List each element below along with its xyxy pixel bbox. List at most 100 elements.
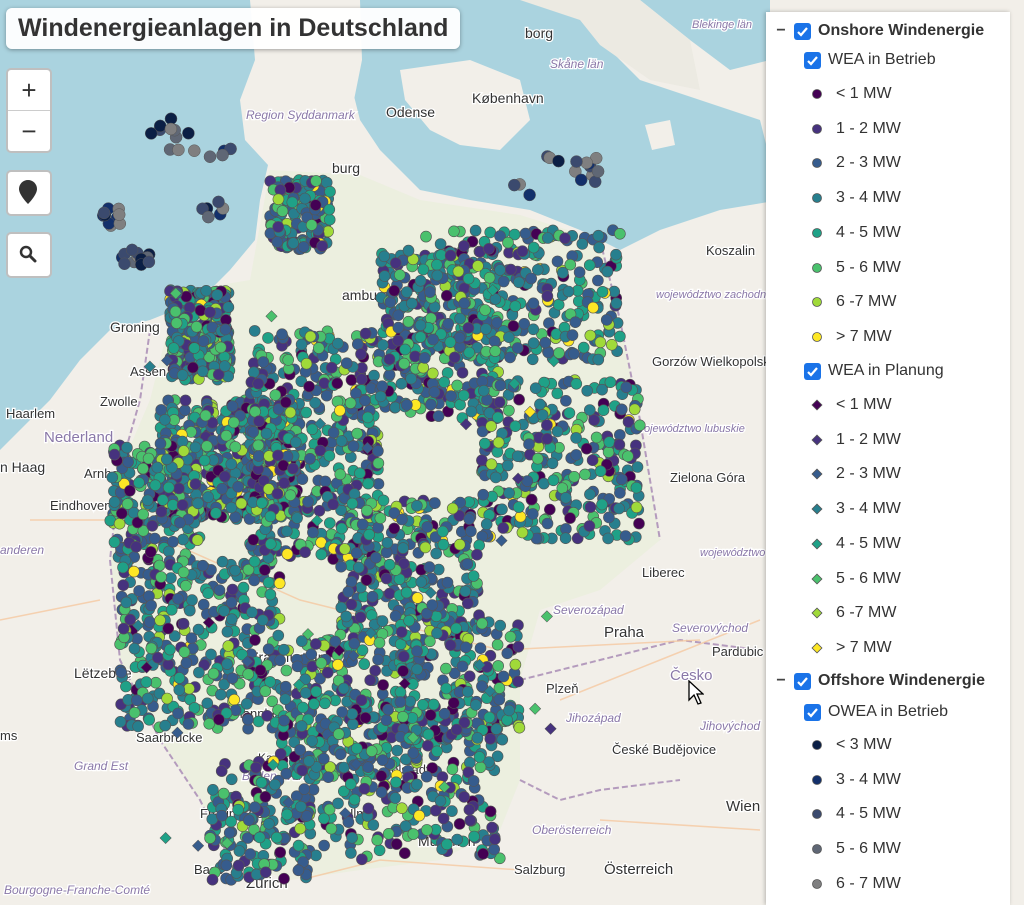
turbine-marker[interactable] (221, 658, 233, 670)
turbine-marker[interactable] (469, 224, 482, 237)
turbine-marker[interactable] (436, 525, 449, 538)
turbine-marker[interactable] (177, 533, 189, 546)
turbine-marker[interactable] (388, 284, 401, 297)
turbine-marker[interactable] (247, 533, 260, 546)
offshore-turbine-marker[interactable] (112, 208, 126, 221)
turbine-marker[interactable] (161, 453, 173, 466)
turbine-marker[interactable] (202, 491, 214, 503)
turbine-marker[interactable] (381, 536, 394, 549)
turbine-marker[interactable] (472, 260, 484, 272)
turbine-marker[interactable] (527, 297, 540, 310)
turbine-marker[interactable] (493, 693, 506, 706)
turbine-marker[interactable] (258, 564, 271, 576)
turbine-marker[interactable] (489, 833, 501, 846)
turbine-marker[interactable] (315, 548, 328, 561)
turbine-marker[interactable] (584, 329, 597, 342)
collapse-toggle-icon[interactable]: − (774, 672, 788, 690)
turbine-marker[interactable] (225, 501, 238, 514)
turbine-marker[interactable] (229, 564, 241, 577)
turbine-marker[interactable] (413, 809, 426, 822)
turbine-marker[interactable] (480, 518, 493, 531)
turbine-marker[interactable] (543, 503, 556, 516)
turbine-marker[interactable] (377, 494, 390, 507)
turbine-marker[interactable] (284, 406, 297, 419)
turbine-marker[interactable] (278, 872, 290, 885)
turbine-marker[interactable] (173, 482, 185, 495)
turbine-marker[interactable] (299, 192, 311, 205)
turbine-marker[interactable] (425, 398, 437, 411)
turbine-marker[interactable] (511, 342, 524, 354)
turbine-marker[interactable] (450, 723, 463, 736)
turbine-marker[interactable] (137, 508, 149, 521)
turbine-marker[interactable] (570, 432, 582, 444)
turbine-marker[interactable] (622, 450, 634, 463)
turbine-marker[interactable] (592, 274, 604, 287)
turbine-marker[interactable] (252, 377, 265, 390)
turbine-marker[interactable] (296, 764, 309, 777)
offshore-turbine-marker[interactable] (574, 173, 588, 187)
turbine-marker[interactable] (603, 436, 616, 448)
turbine-marker[interactable] (319, 475, 332, 488)
turbine-marker[interactable] (222, 640, 235, 652)
turbine-marker[interactable] (269, 389, 282, 401)
turbine-marker[interactable] (541, 232, 554, 244)
turbine-marker[interactable] (359, 327, 372, 340)
turbine-marker[interactable] (541, 517, 554, 530)
turbine-marker[interactable] (365, 745, 378, 757)
turbine-marker[interactable] (569, 316, 582, 329)
turbine-marker[interactable] (603, 511, 615, 524)
turbine-marker[interactable] (248, 555, 261, 568)
turbine-marker[interactable] (453, 538, 466, 551)
turbine-marker[interactable] (159, 719, 171, 732)
turbine-marker[interactable] (446, 502, 459, 515)
turbine-marker[interactable] (390, 838, 403, 850)
turbine-marker[interactable] (284, 489, 297, 502)
turbine-marker[interactable] (320, 389, 333, 402)
turbine-marker[interactable] (247, 426, 259, 438)
turbine-marker[interactable] (450, 622, 463, 635)
turbine-marker[interactable] (516, 526, 529, 539)
turbine-marker[interactable] (398, 357, 410, 370)
turbine-marker[interactable] (586, 454, 599, 467)
turbine-marker[interactable] (434, 238, 447, 250)
turbine-marker[interactable] (414, 331, 427, 343)
turbine-marker[interactable] (310, 685, 323, 698)
turbine-marker[interactable] (249, 634, 261, 646)
turbine-marker[interactable] (257, 356, 270, 368)
turbine-marker[interactable] (556, 266, 569, 279)
turbine-marker[interactable] (213, 584, 226, 597)
turbine-marker[interactable] (295, 338, 308, 351)
turbine-marker[interactable] (324, 185, 336, 198)
turbine-marker[interactable] (375, 770, 388, 782)
turbine-marker[interactable] (452, 265, 465, 278)
turbine-marker[interactable] (192, 623, 205, 636)
turbine-marker[interactable] (145, 546, 157, 558)
turbine-marker[interactable] (154, 614, 166, 627)
legend-layer-offshore-operating[interactable]: OWEA in Betrieb (766, 699, 948, 725)
turbine-marker[interactable] (583, 259, 596, 272)
turbine-marker[interactable] (484, 732, 497, 745)
turbine-marker[interactable] (344, 778, 357, 790)
turbine-marker[interactable] (480, 323, 492, 335)
turbine-marker[interactable] (237, 581, 250, 594)
turbine-marker[interactable] (187, 361, 199, 374)
turbine-marker[interactable] (519, 227, 532, 240)
turbine-marker[interactable] (458, 297, 471, 310)
turbine-marker[interactable] (260, 427, 273, 440)
turbine-marker[interactable] (128, 706, 141, 719)
turbine-marker[interactable] (180, 579, 192, 592)
turbine-marker[interactable] (525, 493, 538, 506)
turbine-marker[interactable] (392, 309, 405, 322)
turbine-marker[interactable] (334, 404, 346, 417)
turbine-marker[interactable] (215, 341, 227, 354)
turbine-marker[interactable] (132, 720, 144, 733)
turbine-marker[interactable] (380, 714, 393, 726)
turbine-marker[interactable] (397, 710, 409, 723)
turbine-marker[interactable] (484, 805, 497, 818)
turbine-marker[interactable] (232, 859, 245, 872)
turbine-marker[interactable] (476, 617, 488, 630)
turbine-marker[interactable] (273, 577, 286, 590)
turbine-marker[interactable] (568, 470, 581, 483)
turbine-marker[interactable] (235, 497, 248, 510)
turbine-marker[interactable] (272, 193, 285, 206)
